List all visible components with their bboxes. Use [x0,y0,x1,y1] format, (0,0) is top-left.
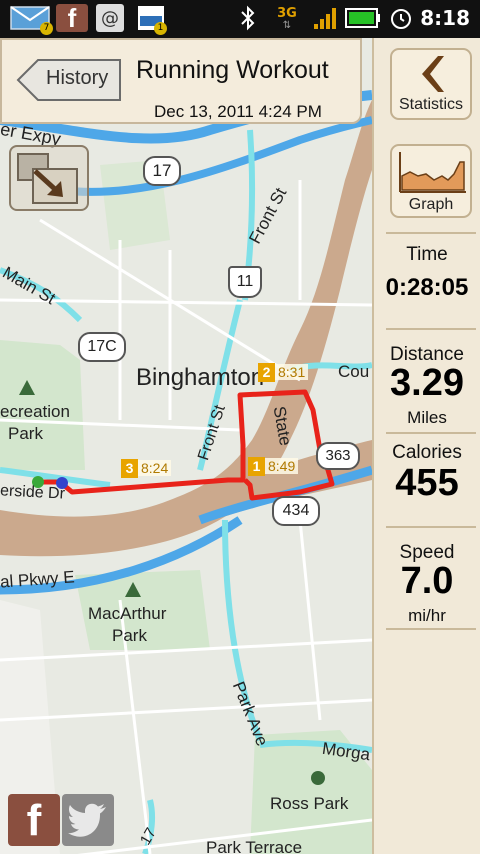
riverside-dr-label: erside Dr [0,482,66,503]
expand-arrow-icon [17,153,78,204]
signal-strength-icon [312,4,338,32]
park-terrace-label: Park Terrace [206,838,303,854]
city-label: Binghamton [136,364,265,391]
macarthur-park-label-2: Park [112,626,147,645]
history-back-button[interactable]: History [16,58,122,102]
workout-title: Running Workout [136,56,329,84]
recreation-park-label-2: Park [8,424,43,443]
calories-label: Calories [392,442,462,463]
calories-value: 455 [395,462,459,504]
stats-divider [386,328,476,330]
alarm-icon [388,4,414,32]
recreation-park-label-1: ecreation [0,402,70,421]
stats-divider [386,526,476,528]
network-type-icon: 3G ⇅ [277,6,297,31]
workout-date: Dec 13, 2011 4:24 PM [154,102,322,121]
stats-divider [386,628,476,630]
facebook-icon[interactable]: f [56,3,88,33]
email-count-badge: 7 [40,22,53,35]
distance-value: 3.29 [390,362,464,404]
graph-icon [399,152,466,193]
graph-button[interactable]: Graph [390,144,472,218]
route-17-shield: 17 [143,156,181,186]
facebook-share-button[interactable]: f [8,794,60,846]
route-17c-shield: 17C [78,332,126,362]
twitter-share-button[interactable] [62,794,114,846]
bluetooth-icon [236,4,260,32]
speed-unit: mi/hr [408,606,446,625]
expand-map-button[interactable] [9,145,89,211]
distance-unit: Miles [407,408,447,427]
court-st-label: Cou [338,362,370,381]
status-clock: 8:18 [420,6,470,30]
route-11-shield: 11 [228,266,262,298]
facebook-icon: f [26,796,42,845]
stats-divider [386,432,476,434]
statistics-button[interactable]: Statistics [390,48,472,120]
stats-panel: Statistics Graph Time 0:28:05 Distance 3… [372,38,480,854]
split-marker-1[interactable]: 1 8:49 [248,456,299,476]
time-value: 0:28:05 [385,274,469,301]
chevron-left-icon [422,56,444,92]
ross-park-label: Ross Park [270,794,349,813]
email-icon[interactable]: 7 [8,4,53,35]
twitter-bird-icon [68,803,106,837]
amazon-count-badge: 1 [154,22,167,35]
stats-divider [386,232,476,234]
amazon-appstore-icon[interactable]: 1 [134,4,168,35]
speed-value: 7.0 [400,560,454,602]
macarthur-park-label-1: MacArthur [88,604,167,623]
route-434-shield: 434 [272,496,320,526]
at-sign-icon[interactable]: @ [96,4,124,32]
split-marker-3[interactable]: 3 8:24 [121,458,172,478]
history-label: History [46,67,109,89]
status-bar: 7 f @ 1 3G ⇅ 8:18 [0,0,480,38]
route-363-shield: 363 [316,442,360,470]
split-marker-2[interactable]: 2 8:31 [258,362,309,382]
battery-icon [344,4,382,32]
time-label: Time [406,244,448,265]
workout-header: History Running Workout Dec 13, 2011 4:2… [0,38,362,124]
